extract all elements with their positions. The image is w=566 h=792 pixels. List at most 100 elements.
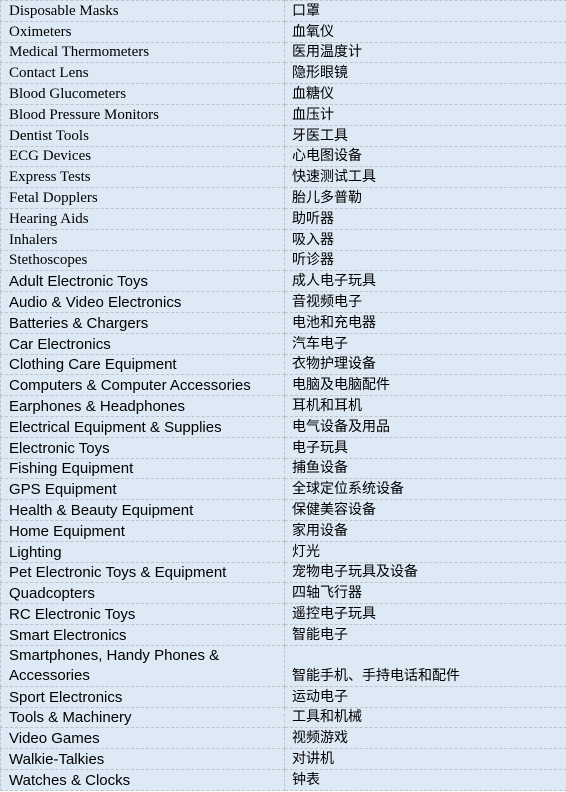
category-english-cell: Oximeters [0,20,285,43]
category-chinese-cell: 四轴飞行器 [284,582,566,605]
category-english-cell: Walkie-Talkies [0,748,285,770]
table-row: Fetal Dopplers 胎儿多普勒 [0,187,566,209]
table-row: Oximeters 血氧仪 [0,20,566,43]
category-english-cell: Car Electronics [0,332,285,355]
table-row: Audio & Video Electronics 音视频电子 [0,291,566,313]
category-chinese-cell: 成人电子玩具 [284,270,566,293]
category-chinese-cell: 保健美容设备 [284,499,566,521]
category-english-cell: Contact Lens [0,62,285,85]
category-english-cell: RC Electronic Toys [0,603,285,625]
category-chinese-cell: 智能电子 [284,623,566,646]
table-row: Blood Pressure Monitors 血压计 [0,103,566,126]
category-english-cell: Fetal Dopplers [0,187,285,209]
category-chinese-cell: 电子玩具 [284,436,566,459]
category-chinese-cell: 运动电子 [284,685,566,708]
category-chinese-cell: 助听器 [284,207,566,230]
category-chinese-cell: 灯光 [284,540,566,563]
category-chinese-cell: 血压计 [284,103,566,126]
table-row: Smart Electronics 智能电子 [0,623,566,646]
category-chinese-cell: 电脑及电脑配件 [284,374,566,397]
category-english-cell: Medical Thermometers [0,41,285,64]
category-chinese-cell: 快速测试工具 [284,166,566,189]
category-chinese-cell: 宠物电子玩具及设备 [284,561,566,584]
category-english-cell: Batteries & Chargers [0,311,285,334]
category-english-cell: Smartphones, Handy Phones & Accessories [0,644,285,687]
table-row: Disposable Masks 口罩 [0,0,566,22]
category-chinese-cell: 胎儿多普勒 [284,187,566,209]
category-english-cell: Health & Beauty Equipment [0,499,285,521]
category-english-cell: Adult Electronic Toys [0,270,285,293]
table-row: Batteries & Chargers 电池和充电器 [0,311,566,334]
table-row: Contact Lens 隐形眼镜 [0,62,566,85]
category-english-cell: Blood Pressure Monitors [0,103,285,126]
category-english-cell: Computers & Computer Accessories [0,374,285,397]
table-row: Blood Glucometers 血糖仪 [0,83,566,105]
category-english-cell: Pet Electronic Toys & Equipment [0,561,285,584]
table-body: Disposable Masks 口罩 Oximeters 血氧仪 Medical Th… [0,0,566,791]
category-english-cell: Hearing Aids [0,207,285,230]
table-row: ECG Devices 心电图设备 [0,145,566,168]
category-chinese-cell: 工具和机械 [284,706,566,729]
category-chinese-cell: 耳机和耳机 [284,395,566,417]
table-row: Tools & Machinery 工具和机械 [0,706,566,729]
category-chinese-cell: 钟表 [284,768,566,791]
table-row: Stethoscopes 听诊器 [0,249,566,272]
table-row: Express Tests 快速测试工具 [0,166,566,189]
table-row: Electrical Equipment & Supplies 电气设备及用品 [0,415,566,438]
category-chinese-cell: 吸入器 [284,228,566,251]
category-english-cell: Tools & Machinery [0,706,285,729]
category-chinese-cell: 音视频电子 [284,291,566,313]
table-row: Video Games 视频游戏 [0,727,566,750]
category-english-cell: Express Tests [0,166,285,189]
table-row: Electronic Toys 电子玩具 [0,436,566,459]
category-english-cell: ECG Devices [0,145,285,168]
category-chinese-cell: 遥控电子玩具 [284,603,566,625]
category-english-cell: Electronic Toys [0,436,285,459]
table-row: Walkie-Talkies 对讲机 [0,748,566,770]
category-chinese-cell: 电池和充电器 [284,311,566,334]
category-english-cell: Earphones & Headphones [0,395,285,417]
category-chinese-cell: 视频游戏 [284,727,566,750]
table-row: Pet Electronic Toys & Equipment 宠物电子玩具及设备 [0,561,566,584]
category-chinese-cell: 家用设备 [284,519,566,542]
table-row: Fishing Equipment 捕鱼设备 [0,457,566,480]
table-row: Sport Electronics 运动电子 [0,685,566,708]
category-english-cell: Lighting [0,540,285,563]
category-english-cell: GPS Equipment [0,478,285,501]
category-english-cell: Stethoscopes [0,249,285,272]
table-row: Clothing Care Equipment 衣物护理设备 [0,353,566,376]
category-english-cell: Audio & Video Electronics [0,291,285,313]
category-chinese-cell: 衣物护理设备 [284,353,566,376]
category-english-cell: Quadcopters [0,582,285,605]
category-english-cell: Electrical Equipment & Supplies [0,415,285,438]
table-row: Dentist Tools 牙医工具 [0,124,566,147]
category-english-cell: Home Equipment [0,519,285,542]
category-chinese-cell: 血糖仪 [284,83,566,105]
category-chinese-cell: 口罩 [284,0,566,22]
category-chinese-cell: 血氧仪 [284,20,566,43]
category-chinese-cell: 听诊器 [284,249,566,272]
category-chinese-cell: 心电图设备 [284,145,566,168]
category-chinese-cell: 捕鱼设备 [284,457,566,480]
table-row: Health & Beauty Equipment 保健美容设备 [0,499,566,521]
table-row: Computers & Computer Accessories 电脑及电脑配件 [0,374,566,397]
category-chinese-cell: 牙医工具 [284,124,566,147]
table-row: Medical Thermometers 医用温度计 [0,41,566,64]
category-english-cell: Sport Electronics [0,685,285,708]
category-english-cell: Video Games [0,727,285,750]
category-english-cell: Smart Electronics [0,623,285,646]
table-row: Inhalers 吸入器 [0,228,566,251]
category-english-cell: Clothing Care Equipment [0,353,285,376]
category-english-cell: Disposable Masks [0,0,285,22]
table-row: Home Equipment 家用设备 [0,519,566,542]
table-row: Quadcopters 四轴飞行器 [0,582,566,605]
category-chinese-cell: 汽车电子 [284,332,566,355]
table-row: Lighting 灯光 [0,540,566,563]
table-row: Car Electronics 汽车电子 [0,332,566,355]
table-row: Smartphones, Handy Phones & Accessories 智… [0,644,566,687]
category-english-cell: Dentist Tools [0,124,285,147]
table-row: GPS Equipment 全球定位系统设备 [0,478,566,501]
category-translation-table: Disposable Masks 口罩 Oximeters 血氧仪 Medical Th… [0,0,566,791]
category-english-cell: Blood Glucometers [0,83,285,105]
table-row: Hearing Aids 助听器 [0,207,566,230]
